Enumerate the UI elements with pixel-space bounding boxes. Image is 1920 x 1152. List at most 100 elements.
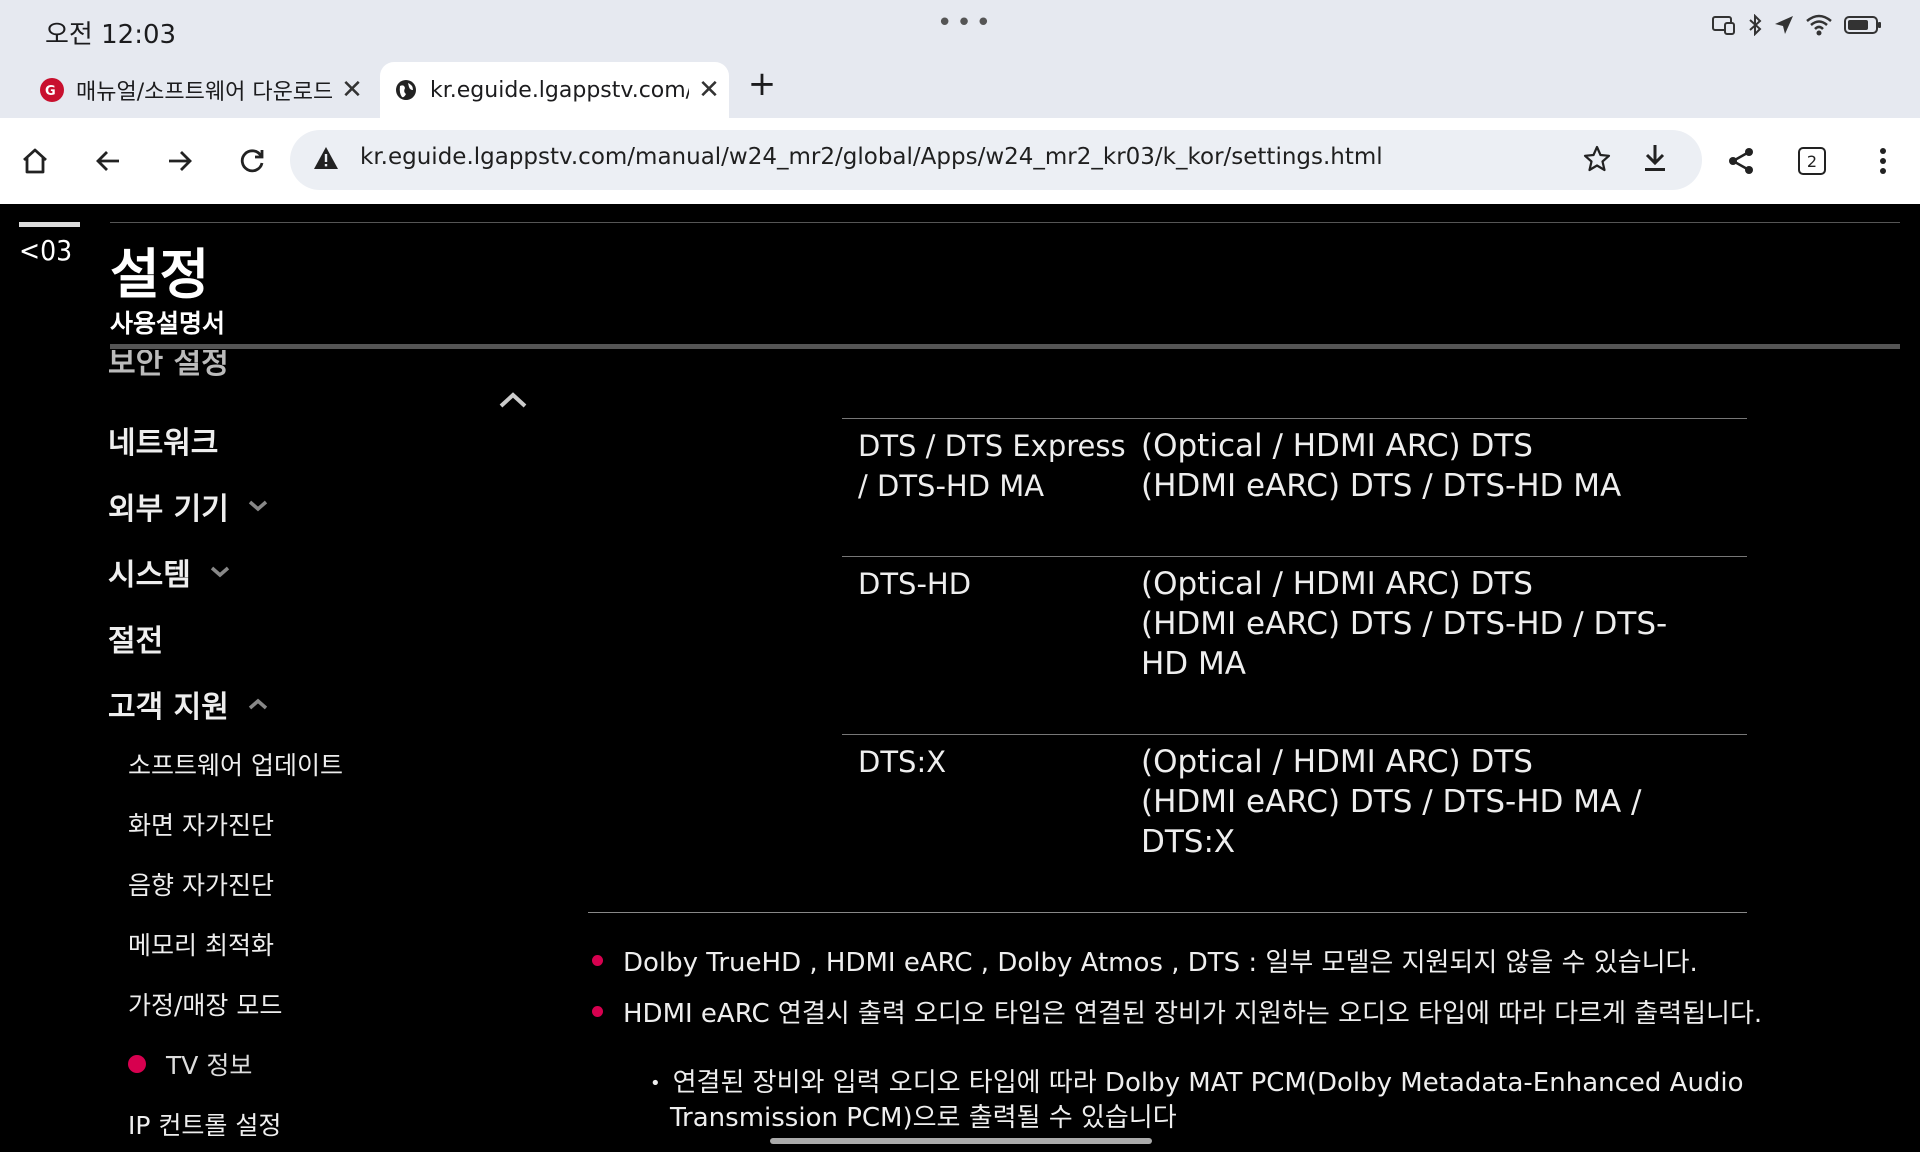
sidebar-subitem-sound-test[interactable]: 음향 자가진단 — [128, 866, 274, 902]
browser-toolbar: kr.eguide.lgappstv.com/manual/w24_mr2/gl… — [0, 118, 1920, 204]
tab-title: kr.eguide.lgappstv.com/mar — [430, 77, 689, 103]
sidebar-item-label: 외부 기기 — [108, 492, 229, 527]
home-indicator-bar[interactable] — [770, 1138, 1152, 1144]
tab-strip: G 매뉴얼/소프트웨어 다운로드 | ✕ kr.eguide.lgappstv.… — [0, 60, 1920, 118]
address-bar[interactable]: kr.eguide.lgappstv.com/manual/w24_mr2/gl… — [290, 130, 1702, 190]
table-cell-format: DTS-HD — [858, 564, 1128, 604]
note-item: HDMI eARC 연결시 출력 오디오 타입은 연결된 장비가 지원하는 오디… — [592, 993, 1762, 1030]
table-cell-output: (Optical / HDMI ARC) DTS (HDMI eARC) DTS… — [1141, 564, 1721, 684]
sidebar-subitem-label: 가정/매장 모드 — [128, 991, 283, 1020]
more-vert-icon — [1880, 148, 1886, 174]
table-row-divider — [842, 556, 1747, 557]
sidebar-item-system[interactable]: 시스템 — [108, 550, 231, 594]
table-row-divider — [842, 418, 1747, 419]
chevron-down-icon — [248, 500, 268, 512]
tab-close-icon[interactable]: ✕ — [332, 75, 372, 105]
home-button[interactable] — [12, 138, 58, 184]
sidebar-subitem-software-update[interactable]: 소프트웨어 업데이트 — [128, 746, 343, 782]
cell-line: (Optical / HDMI ARC) DTS — [1141, 744, 1533, 780]
url-text[interactable]: kr.eguide.lgappstv.com/manual/w24_mr2/gl… — [360, 144, 1383, 170]
sidebar-subitem-label: 화면 자가진단 — [128, 811, 274, 840]
sidebar-item-power-saving[interactable]: 절전 — [108, 616, 163, 660]
cell-line: (Optical / HDMI ARC) DTS — [1141, 428, 1533, 464]
sidebar-subitem-ip-control[interactable]: IP 컨트롤 설정 — [128, 1106, 281, 1142]
note-text: Dolby TrueHD , HDMI eARC , Dolby Atmos ,… — [623, 948, 1698, 978]
cell-line: (Optical / HDMI ARC) DTS — [1141, 566, 1533, 602]
table-cell-output: (Optical / HDMI ARC) DTS (HDMI eARC) DTS… — [1141, 426, 1721, 506]
svg-text:G: G — [45, 84, 56, 99]
chevron-down-icon — [210, 566, 229, 578]
content-divider — [588, 912, 1747, 913]
chapter-indicator-bar — [19, 222, 80, 227]
sidebar-item-label: 고객 지원 — [108, 690, 229, 725]
bluetooth-icon — [1748, 14, 1762, 36]
sidebar-subitem-label: IP 컨트롤 설정 — [128, 1111, 282, 1140]
sidebar-subitem-label: 소프트웨어 업데이트 — [128, 751, 343, 780]
sub-note: • 연결된 장비와 입력 오디오 타입에 따라 Dolby MAT PCM(Dol… — [650, 1066, 1770, 1136]
screen-cast-icon — [1712, 15, 1736, 35]
share-icon — [1729, 148, 1753, 174]
sidebar-item-partial[interactable]: 보안 설정 — [108, 350, 229, 382]
location-icon — [1774, 15, 1794, 35]
bullet-dot — [592, 1006, 603, 1017]
cell-line: DTS-HD — [858, 567, 972, 601]
tab-title: 매뉴얼/소프트웨어 다운로드 | — [76, 80, 332, 105]
note-item: Dolby TrueHD , HDMI eARC , Dolby Atmos ,… — [592, 942, 1698, 979]
sidebar-subitem-label: 메모리 최적화 — [128, 931, 274, 960]
sub-note-line: Transmission PCM)으로 출력될 수 있습니다 — [670, 1103, 1177, 1133]
new-tab-button[interactable]: + — [745, 64, 779, 104]
forward-button[interactable] — [157, 138, 203, 184]
reload-button[interactable] — [229, 138, 275, 184]
back-button[interactable] — [85, 138, 131, 184]
main-content: DTS / DTS Express / DTS-HD MA (Optical /… — [560, 350, 1920, 1152]
note-text: HDMI eARC 연결시 출력 오디오 타입은 연결된 장비가 지원하는 오디… — [623, 999, 1763, 1029]
tab-eguide[interactable]: kr.eguide.lgappstv.com/mar ✕ — [380, 62, 729, 118]
cell-line: / DTS-HD MA — [858, 469, 1045, 503]
wifi-icon — [1806, 14, 1832, 36]
share-button[interactable] — [1718, 138, 1764, 184]
menu-button[interactable] — [1860, 138, 1906, 184]
page-title: 설정 — [110, 243, 210, 306]
chevron-up-icon — [248, 698, 268, 710]
warning-icon[interactable] — [312, 144, 340, 176]
sidebar-subitem-label: TV 정보 — [166, 1051, 253, 1080]
cell-line: (HDMI eARC) DTS / DTS-HD MA — [1141, 468, 1622, 504]
tab-close-icon[interactable]: ✕ — [689, 75, 729, 105]
web-page: <03 설정 사용설명서 보안 설정 네트워크 외부 기기 시스템 절전 고객 … — [0, 204, 1920, 1152]
sidebar-subitem-tv-info[interactable]: TV 정보 — [128, 1046, 252, 1082]
bookmark-star-icon[interactable] — [1582, 144, 1612, 178]
sidebar-subitem-picture-test[interactable]: 화면 자가진단 — [128, 806, 274, 842]
globe-icon — [394, 78, 418, 102]
status-bar: 오전 12:03 ••• — [0, 0, 1920, 60]
sidebar-nav: 보안 설정 네트워크 외부 기기 시스템 절전 고객 지원 소프트웨어 업데이트… — [0, 350, 560, 1152]
battery-icon — [1844, 15, 1882, 35]
lg-logo-icon: G — [40, 78, 64, 102]
sidebar-item-label: 절전 — [108, 624, 164, 659]
table-row-divider — [842, 734, 1747, 735]
scroll-up-chevron-icon[interactable] — [497, 390, 529, 414]
tab-lg-manual[interactable]: G 매뉴얼/소프트웨어 다운로드 | ✕ — [26, 62, 372, 118]
status-icons — [1712, 14, 1882, 36]
tab-switcher-button[interactable]: 2 — [1789, 138, 1835, 184]
header-divider-bottom — [110, 344, 1900, 349]
sidebar-item-external-devices[interactable]: 외부 기기 — [108, 484, 269, 528]
cell-line: (HDMI eARC) DTS / DTS-HD MA / — [1141, 784, 1642, 820]
arrow-left-icon — [96, 151, 119, 171]
reload-icon — [240, 149, 264, 173]
sidebar-subitem-home-store-mode[interactable]: 가정/매장 모드 — [128, 986, 282, 1022]
multitask-dots[interactable]: ••• — [937, 8, 995, 38]
table-cell-format: DTS / DTS Express / DTS-HD MA — [858, 426, 1128, 506]
download-icon[interactable] — [1640, 142, 1670, 178]
table-cell-format: DTS:X — [858, 742, 1128, 782]
sidebar-item-customer-support[interactable]: 고객 지원 — [108, 682, 269, 726]
active-indicator-dot — [128, 1055, 146, 1073]
sidebar-subitem-label: 음향 자가진단 — [128, 871, 274, 900]
status-time: 오전 12:03 — [45, 20, 177, 50]
sub-bullet: • — [650, 1073, 661, 1094]
sub-note-line: 연결된 장비와 입력 오디오 타입에 따라 Dolby MAT PCM(Dolb… — [672, 1068, 1744, 1098]
sidebar-item-label: 네트워크 — [108, 426, 219, 461]
page-subtitle: 사용설명서 — [110, 309, 226, 338]
sidebar-item-network[interactable]: 네트워크 — [108, 418, 218, 462]
chapter-back-link[interactable]: <03 — [19, 234, 72, 267]
sidebar-subitem-memory-optimize[interactable]: 메모리 최적화 — [128, 926, 274, 962]
